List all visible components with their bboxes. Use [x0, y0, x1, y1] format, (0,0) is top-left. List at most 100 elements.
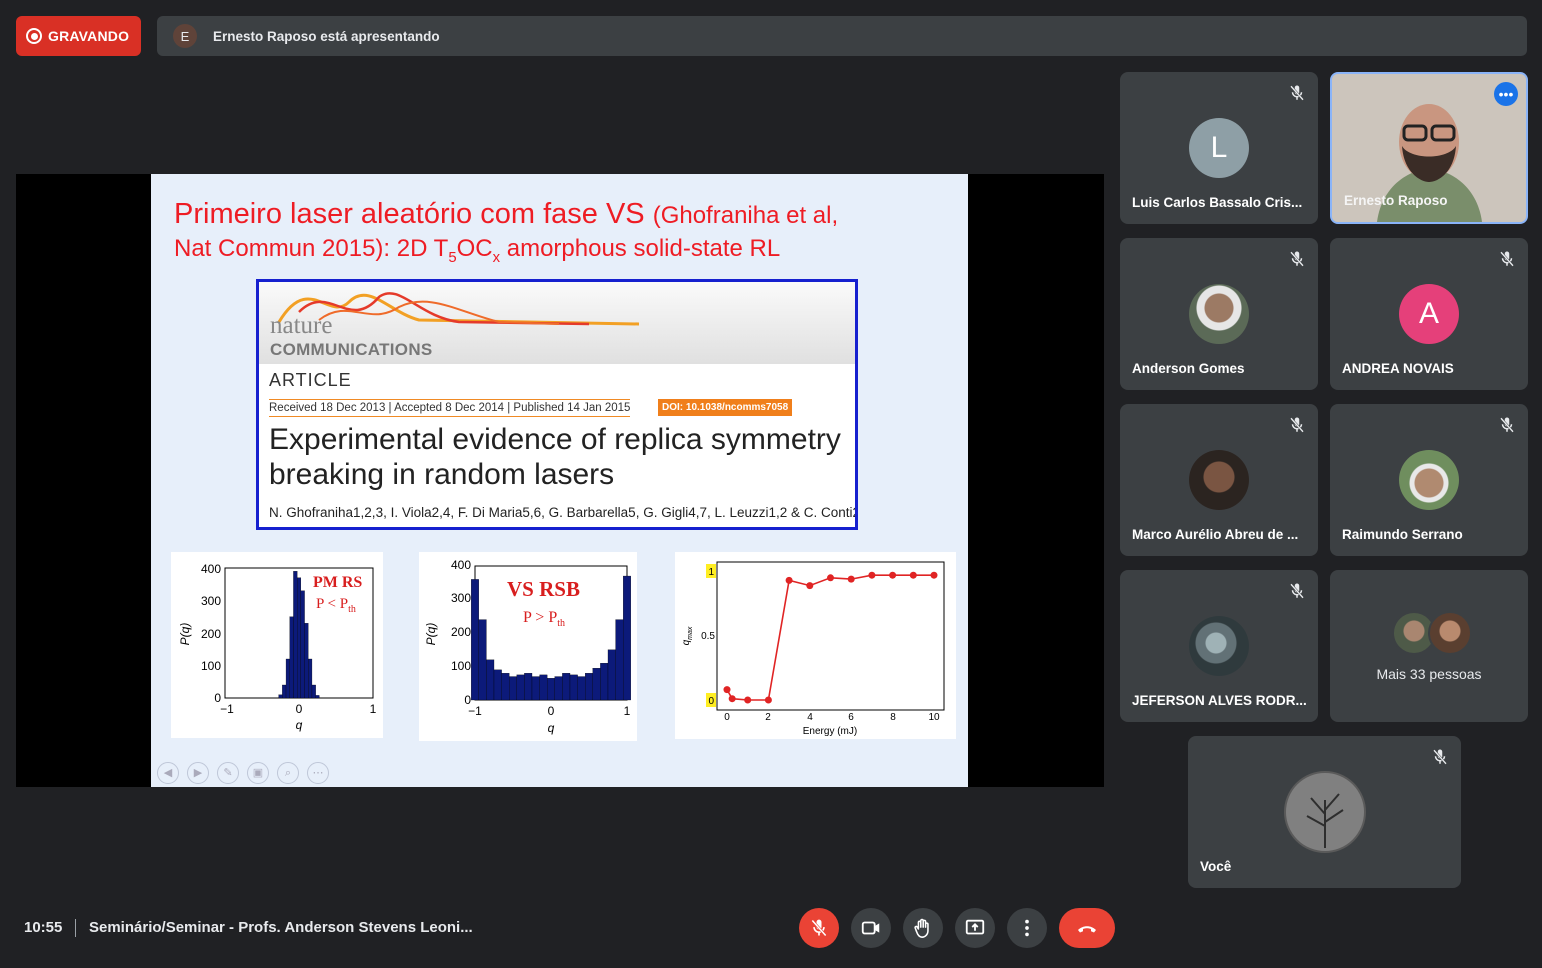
participant-tile-anderson[interactable]: Anderson Gomes — [1120, 238, 1318, 390]
participant-name: Você — [1200, 859, 1232, 874]
qmax-point — [827, 574, 834, 582]
histogram-bar — [493, 669, 502, 701]
mic-off-icon — [1433, 749, 1447, 765]
histogram-bar — [600, 663, 609, 701]
journal-name-communications: COMMUNICATIONS — [270, 340, 433, 359]
ytick: 400 — [451, 558, 471, 572]
ytick: 400 — [201, 562, 221, 576]
participant-tile-andrea[interactable]: A ANDREA NOVAIS — [1330, 238, 1528, 390]
histogram-bar — [585, 673, 593, 701]
histogram-vs-rsb-svg: 400 300 200 100 0 −1 0 1 q P(q) VS RSB P… — [424, 558, 631, 735]
histogram-bar — [554, 676, 563, 701]
slide: Primeiro laser aleatório com fase VS (Gh… — [151, 174, 968, 787]
histogram-bar — [524, 673, 533, 701]
xtick: 10 — [928, 712, 940, 723]
participant-name: Ernesto Raposo — [1344, 193, 1448, 208]
xtick: 2 — [765, 712, 771, 723]
qmax-point — [723, 686, 731, 694]
more-participants-tile[interactable]: Mais 33 pessoas — [1330, 570, 1528, 722]
histogram-bar — [297, 577, 302, 699]
prev-slide-icon[interactable]: ◀ — [157, 762, 179, 784]
divider — [75, 919, 76, 937]
paper-header-image: nature COMMUNICATIONS ARTICLE Received 1… — [256, 279, 858, 530]
histogram-bar — [289, 616, 294, 699]
histogram-bar — [304, 623, 309, 699]
histogram-pm-rs-svg: 400 300 200 100 0 −1 0 1 q P(q) PM RS P … — [178, 562, 377, 732]
xtick: −1 — [468, 704, 482, 718]
more-vert-icon — [1025, 919, 1029, 937]
more-options-icon[interactable]: ••• — [1494, 82, 1518, 106]
qmax-point — [909, 571, 917, 579]
avatar — [1399, 450, 1459, 510]
leave-call-button[interactable] — [1059, 908, 1115, 948]
histogram-bar — [562, 673, 571, 701]
toggle-mic-button[interactable] — [799, 908, 839, 948]
xtick: 4 — [807, 712, 813, 723]
y-axis-label: P(q) — [424, 623, 438, 646]
slides-icon[interactable]: ▣ — [247, 762, 269, 784]
histogram-bar — [285, 658, 290, 699]
qmax-point — [889, 571, 897, 579]
present-screen-button[interactable] — [955, 908, 995, 948]
participant-tile-jeferson[interactable]: JEFERSON ALVES RODR... — [1120, 570, 1318, 722]
recording-badge[interactable]: GRAVANDO — [16, 16, 141, 56]
more-options-button[interactable] — [1007, 908, 1047, 948]
record-icon — [26, 28, 42, 44]
presenter-text: Ernesto Raposo está apresentando — [213, 28, 440, 44]
qmax-point — [785, 576, 793, 584]
logo-tree-icon — [1284, 771, 1366, 853]
avatar — [1428, 611, 1472, 655]
histogram-bar — [486, 659, 495, 701]
histogram-bar — [478, 619, 487, 701]
ytick: 200 — [451, 625, 471, 639]
qmax-point — [868, 571, 876, 579]
histogram-bar — [311, 684, 316, 699]
toggle-camera-button[interactable] — [851, 908, 891, 948]
more-icon[interactable]: ⋯ — [307, 762, 329, 784]
histogram-bar — [308, 658, 313, 699]
mic-off-icon — [1290, 251, 1304, 267]
plot-label-a: VS RSB — [507, 577, 580, 601]
more-participants-label: Mais 33 pessoas — [1376, 666, 1482, 682]
avatar — [1189, 616, 1249, 676]
hand-icon — [914, 918, 929, 938]
plot-label-a: PM RS — [313, 574, 362, 591]
qmax-point — [847, 575, 855, 583]
next-slide-icon[interactable]: ▶ — [187, 762, 209, 784]
x-axis-label: q — [296, 718, 303, 732]
shared-screen[interactable]: Primeiro laser aleatório com fase VS (Gh… — [16, 174, 1104, 787]
participant-tile-marco[interactable]: Marco Aurélio Abreu de ... — [1120, 404, 1318, 556]
pen-icon[interactable]: ✎ — [217, 762, 239, 784]
participant-tile-luis[interactable]: L Luis Carlos Bassalo Cris... — [1120, 72, 1318, 224]
slide-title: Primeiro laser aleatório com fase VS (Gh… — [174, 198, 839, 230]
mic-off-icon — [1290, 85, 1304, 101]
slide-toolbar: ◀ ▶ ✎ ▣ ⌕ ⋯ — [157, 762, 329, 784]
present-icon — [965, 919, 985, 935]
ytick: 300 — [201, 594, 221, 608]
participant-tile-raimundo[interactable]: Raimundo Serrano — [1330, 404, 1528, 556]
ytick: 200 — [201, 627, 221, 641]
histogram-bar — [282, 684, 287, 699]
mic-off-icon — [1500, 417, 1514, 433]
self-tile[interactable]: Você — [1188, 736, 1461, 888]
histogram-bar — [623, 575, 631, 701]
participant-name: Raimundo Serrano — [1342, 527, 1463, 542]
histogram-bar — [516, 674, 525, 701]
histogram-bar — [531, 676, 540, 701]
plot-label-b: P > Pth — [523, 609, 565, 629]
xtick: 8 — [890, 712, 896, 723]
raise-hand-button[interactable] — [903, 908, 943, 948]
plot-label-b: P < Pth — [316, 596, 356, 615]
qmax-point — [744, 696, 752, 704]
mic-off-icon — [811, 919, 827, 937]
zoom-icon[interactable]: ⌕ — [277, 762, 299, 784]
x-axis-label: Energy (mJ) — [803, 726, 857, 737]
xtick: 1 — [370, 702, 377, 716]
mic-off-icon — [1500, 251, 1514, 267]
histogram-bar — [509, 676, 517, 701]
ytick: 1 — [708, 567, 714, 578]
article-doi: DOI: 10.1038/ncomms7058 — [658, 399, 793, 416]
histogram-bar — [615, 619, 624, 701]
participant-tile-ernesto[interactable]: ••• Ernesto Raposo — [1330, 72, 1528, 224]
qmax-vs-energy-svg: 1 0.5 0 0 2 4 6 8 10 Energy (mJ) qmax — [681, 561, 945, 737]
